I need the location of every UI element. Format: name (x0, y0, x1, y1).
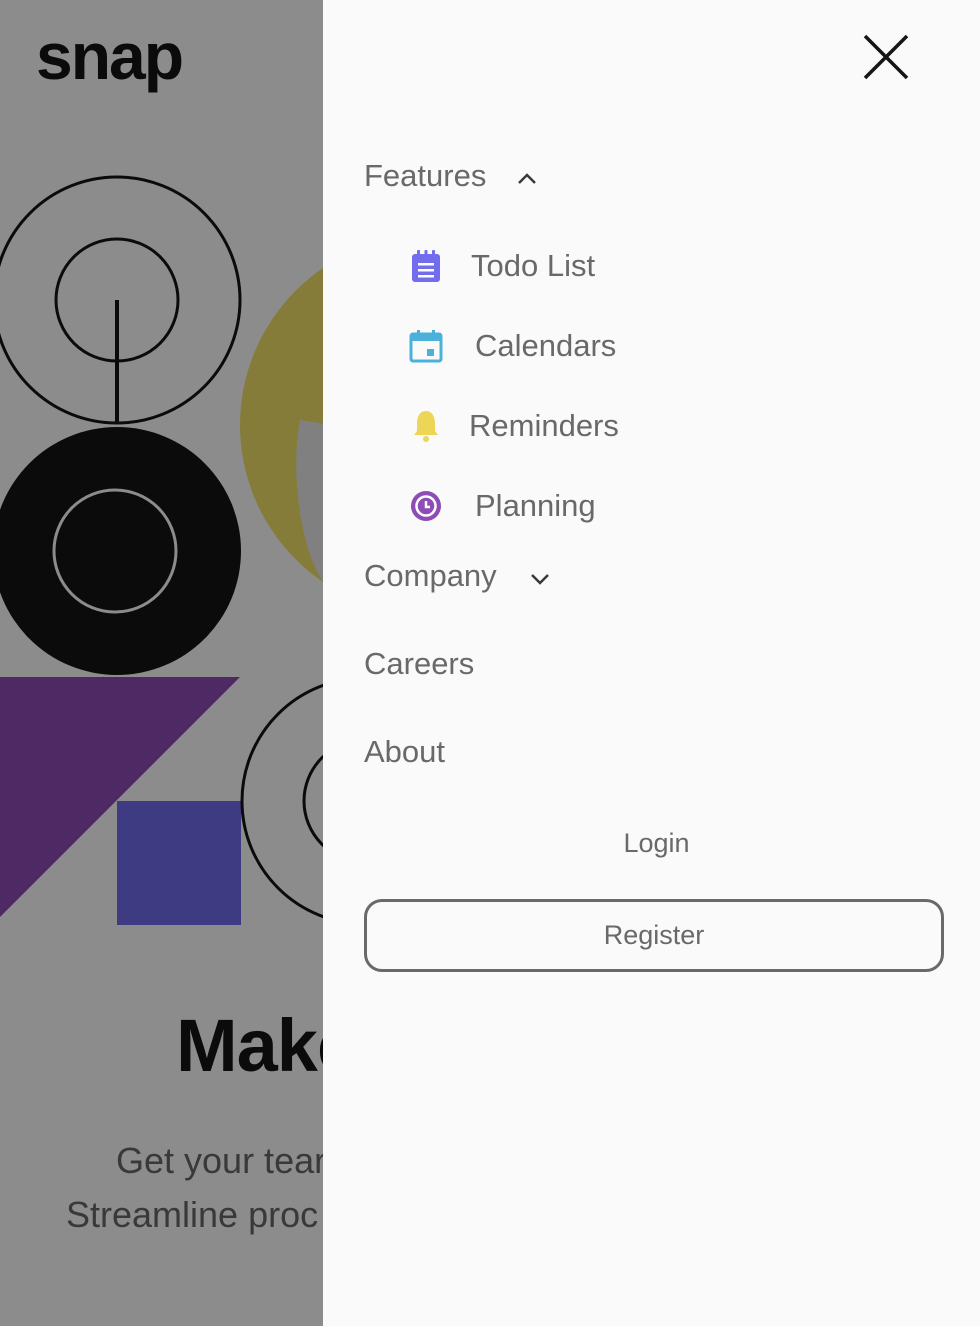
chevron-down-icon (529, 558, 551, 594)
todo-list-icon (409, 249, 443, 283)
nav-item-reminders[interactable]: Reminders (409, 408, 619, 444)
nav-features-label: Features (364, 158, 487, 193)
nav-item-label: Calendars (475, 328, 617, 363)
nav-features-toggle[interactable]: Features (364, 158, 538, 194)
nav-about-link[interactable]: About (364, 734, 445, 770)
nav-company-toggle[interactable]: Company (364, 558, 551, 594)
nav-item-label: Reminders (469, 408, 619, 443)
mobile-nav-drawer: Features Todo List Calendars Reminders P… (323, 0, 980, 1326)
nav-item-label: Todo List (471, 248, 596, 283)
nav-company-label: Company (364, 558, 497, 593)
nav-item-label: Planning (475, 488, 596, 523)
page: snap Make Get your tear Streamline proc (0, 0, 980, 1326)
close-menu-button[interactable] (853, 24, 919, 90)
clock-icon (409, 489, 443, 523)
register-button[interactable]: Register (364, 899, 944, 972)
nav-item-planning[interactable]: Planning (409, 488, 596, 524)
close-icon (863, 34, 909, 80)
login-link[interactable]: Login (323, 828, 980, 859)
bell-icon (409, 409, 443, 443)
nav-item-calendars[interactable]: Calendars (409, 328, 616, 364)
chevron-up-icon (516, 158, 538, 194)
calendar-icon (409, 329, 443, 363)
nav-item-todo-list[interactable]: Todo List (409, 248, 595, 284)
nav-careers-link[interactable]: Careers (364, 646, 474, 682)
